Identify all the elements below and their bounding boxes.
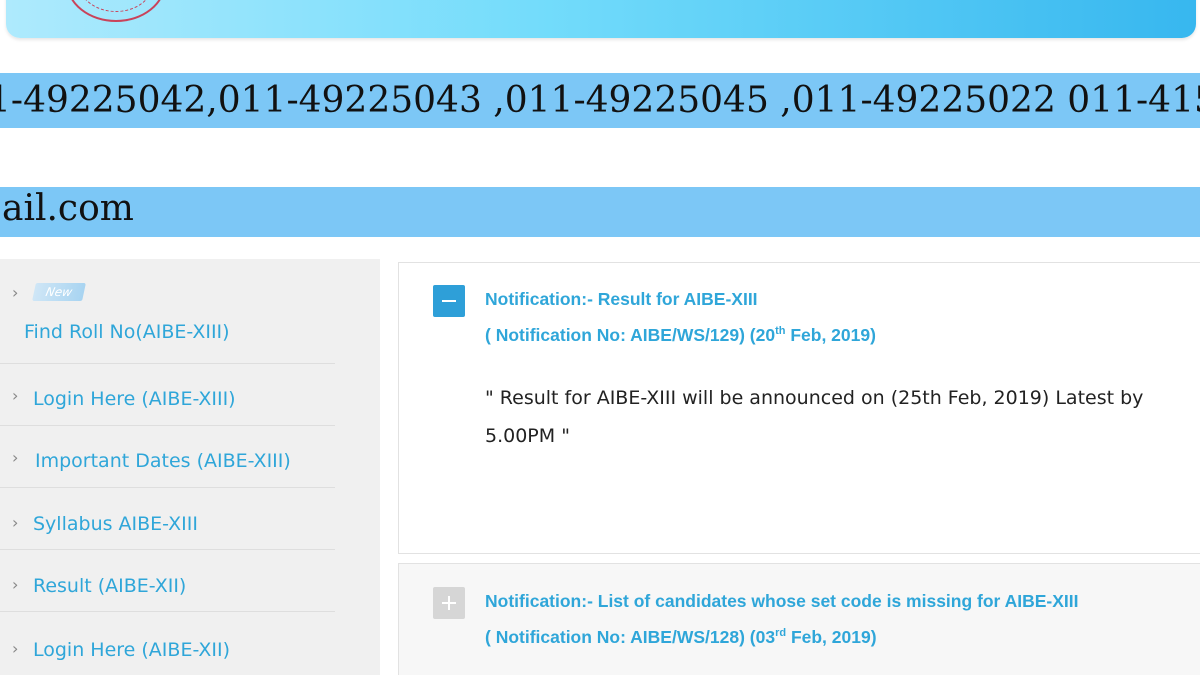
contact-phone-bar: 1-49225042,011-49225043 ,011-49225045 ,0… [0, 73, 1200, 128]
date-suffix: th [775, 325, 786, 338]
sidebar-item-label[interactable]: Login Here (AIBE-XIII) [33, 388, 236, 410]
notification-number: ( Notification No: AIBE/WS/128) (03rd Fe… [485, 627, 877, 648]
notification-body: " Result for AIBE-XIII will be announced… [485, 387, 1144, 447]
sidebar-item-syllabus[interactable]: › Syllabus AIBE-XIII [0, 488, 335, 550]
sidebar-item-label[interactable]: Syllabus AIBE-XIII [33, 513, 198, 535]
notification-title[interactable]: Notification:- List of candidates whose … [485, 591, 1078, 612]
sidebar-item-important-dates[interactable]: › Important Dates (AIBE-XIII) [0, 426, 335, 488]
notification-number-text: ( Notification No: AIBE/WS/129) (20 [485, 325, 776, 345]
chevron-right-icon: › [12, 283, 19, 302]
contact-phone-text: 1-49225042,011-49225043 ,011-49225045 ,0… [0, 80, 1200, 121]
date-suffix: rd [775, 627, 787, 640]
sidebar-item-result-xii[interactable]: › Result (AIBE-XII) [0, 550, 335, 612]
header-banner [6, 0, 1196, 38]
chevron-right-icon: › [12, 513, 19, 532]
sidebar-item-login-xiii[interactable]: › Login Here (AIBE-XIII) [0, 364, 335, 426]
chevron-right-icon: › [12, 448, 19, 467]
collapse-toggle-icon[interactable] [433, 285, 465, 317]
chevron-right-icon: › [12, 639, 19, 658]
sidebar-item-label[interactable]: Find Roll No(AIBE-XIII) [24, 321, 230, 343]
sidebar-item-label[interactable]: Result (AIBE-XII) [33, 575, 186, 597]
notification-number: ( Notification No: AIBE/WS/129) (20th Fe… [485, 325, 876, 346]
new-badge: New [32, 283, 86, 301]
notification-title[interactable]: Notification:- Result for AIBE-XIII [485, 289, 758, 310]
notification-date-text: Feb, 2019) [785, 325, 876, 345]
bar-council-logo [66, 0, 166, 22]
contact-email-bar: ail.com [0, 187, 1200, 237]
chevron-right-icon: › [12, 386, 19, 405]
notification-panel: Notification:- Result for AIBE-XIII ( No… [398, 262, 1200, 554]
sidebar-nav: › New Find Roll No(AIBE-XIII) › Login He… [0, 259, 380, 675]
contact-email-text: ail.com [2, 188, 134, 229]
sidebar-item-label[interactable]: Important Dates (AIBE-XIII) [35, 450, 291, 472]
notification-date-text: Feb, 2019) [786, 627, 877, 647]
sidebar-item-login-xii[interactable]: › Login Here (AIBE-XII) [0, 612, 335, 674]
sidebar-item-label[interactable]: Login Here (AIBE-XII) [33, 639, 230, 661]
notification-number-text: ( Notification No: AIBE/WS/128) (03 [485, 627, 776, 647]
sidebar-item-find-roll-no[interactable]: › New Find Roll No(AIBE-XIII) [0, 259, 335, 364]
chevron-right-icon: › [12, 575, 19, 594]
notification-panel: Notification:- List of candidates whose … [398, 563, 1200, 675]
expand-toggle-icon[interactable] [433, 587, 465, 619]
